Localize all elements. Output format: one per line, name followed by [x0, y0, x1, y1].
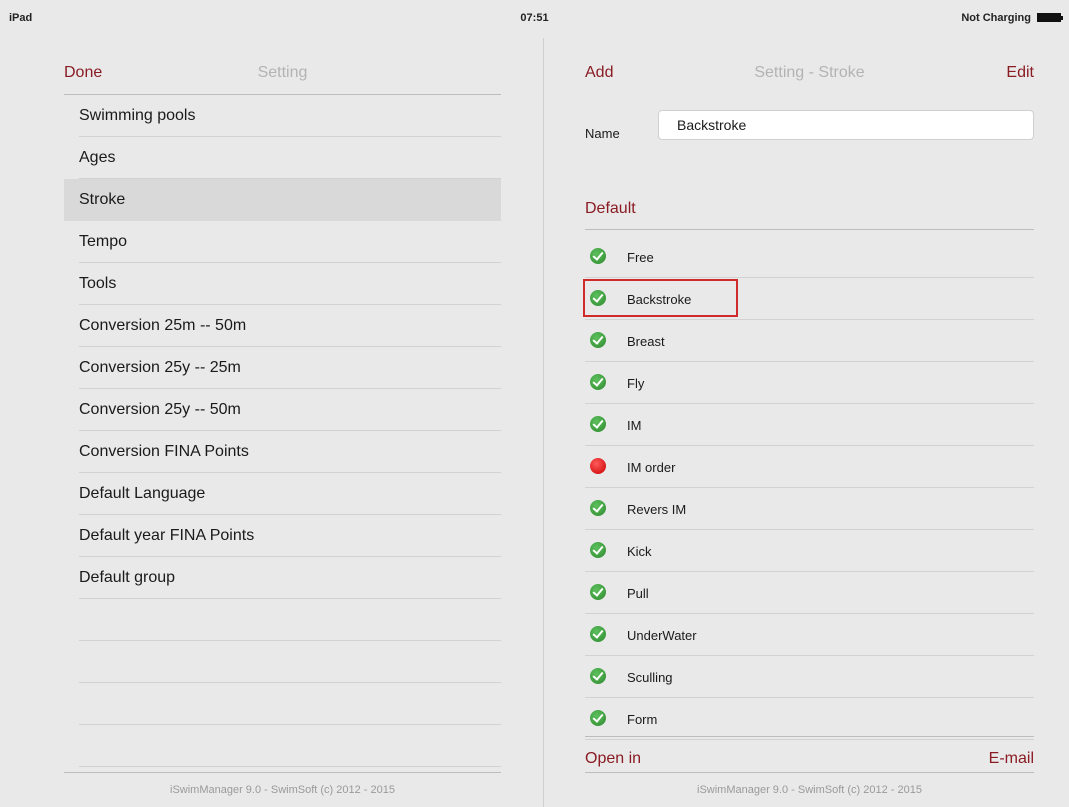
menu-item-label: Conversion 25y -- 50m [79, 401, 241, 418]
settings-menu-item[interactable]: Tempo [64, 221, 501, 263]
check-circle-icon [590, 542, 606, 558]
open-in-button[interactable]: Open in [585, 750, 641, 768]
section-default-header: Default [585, 200, 636, 217]
settings-menu-item[interactable]: Default year FINA Points [64, 515, 501, 557]
stroke-row[interactable]: IM order [585, 446, 1034, 488]
check-circle-icon [590, 248, 606, 264]
check-circle-icon [590, 374, 606, 390]
stroke-label: IM order [627, 460, 676, 475]
check-circle-icon [590, 500, 606, 516]
stroke-row[interactable]: Breast [585, 320, 1034, 362]
settings-menu-item[interactable]: Default Language [64, 473, 501, 515]
settings-menu-item[interactable]: Tools [64, 263, 501, 305]
split-divider [543, 38, 544, 807]
battery-icon [1037, 13, 1063, 22]
menu-item-label: Swimming pools [79, 107, 196, 124]
left-navbar: Done Setting [64, 38, 501, 95]
menu-item-label: Tools [79, 275, 117, 292]
clock: 07:51 [520, 12, 549, 24]
name-label: Name [585, 126, 620, 141]
menu-item-label: Conversion 25m -- 50m [79, 317, 247, 334]
stroke-row[interactable]: Sculling [585, 656, 1034, 698]
settings-menu-item[interactable]: Ages [64, 137, 501, 179]
check-circle-icon [590, 584, 606, 600]
menu-item-label: Ages [79, 149, 116, 166]
menu-item-label: Conversion FINA Points [79, 443, 249, 460]
settings-list: Swimming pools Ages Stroke Tempo Tools Conver… [64, 95, 501, 767]
settings-menu-item[interactable]: Swimming pools [64, 95, 501, 137]
stroke-row[interactable]: IM [585, 404, 1034, 446]
footer-divider [64, 772, 501, 773]
settings-menu-item[interactable]: Stroke [64, 179, 501, 221]
settings-menu-item[interactable]: Conversion FINA Points [64, 431, 501, 473]
settings-menu-item [64, 641, 501, 683]
settings-menu-item [64, 683, 501, 725]
status-bar: iPad 07:51 Not Charging [0, 0, 1069, 30]
settings-menu-pane: Done Setting Swimming pools Ages Stroke Tem… [64, 38, 501, 807]
settings-menu-item[interactable]: Conversion 25y -- 25m [64, 347, 501, 389]
stroke-row[interactable]: UnderWater [585, 614, 1034, 656]
left-title: Setting [257, 64, 308, 81]
section-divider [585, 229, 1034, 230]
settings-menu-item [64, 599, 501, 641]
stroke-label: Pull [627, 586, 649, 601]
stroke-label: Fly [627, 376, 645, 391]
stroke-label: Free [627, 250, 654, 265]
menu-item-label: Tempo [79, 233, 128, 250]
charging-status: Not Charging [961, 12, 1031, 24]
check-circle-icon [590, 416, 606, 432]
red-dot-icon [590, 458, 606, 474]
stroke-label: Kick [627, 544, 652, 559]
right-navbar: Add Setting - Stroke Edit [585, 38, 1034, 94]
stroke-row[interactable]: Fly [585, 362, 1034, 404]
name-row: Name [585, 94, 1034, 156]
edit-button[interactable]: Edit [1006, 64, 1034, 82]
menu-item-label: Stroke [79, 191, 126, 208]
footer-divider [585, 772, 1034, 773]
left-footer: iSwimManager 9.0 - SwimSoft (c) 2012 - 2… [170, 784, 395, 796]
stroke-label: IM [627, 418, 642, 433]
settings-menu-item[interactable]: Conversion 25y -- 50m [64, 389, 501, 431]
menu-item-label: Default Language [79, 485, 206, 502]
stroke-row[interactable]: Kick [585, 530, 1034, 572]
stroke-row[interactable]: Pull [585, 572, 1034, 614]
menu-item-label: Conversion 25y -- 25m [79, 359, 241, 376]
stroke-row[interactable]: Free [585, 236, 1034, 278]
stroke-detail-pane: Add Setting - Stroke Edit Name Default F… [583, 38, 1034, 807]
settings-menu-item [64, 725, 501, 767]
check-circle-icon [590, 668, 606, 684]
right-footer: iSwimManager 9.0 - SwimSoft (c) 2012 - 2… [697, 784, 922, 796]
stroke-label: Form [627, 712, 658, 727]
bottom-divider [585, 736, 1034, 737]
menu-item-label: Default group [79, 569, 176, 586]
right-title: Setting - Stroke [754, 64, 865, 81]
settings-menu-item[interactable]: Conversion 25m -- 50m [64, 305, 501, 347]
stroke-label: Sculling [627, 670, 673, 685]
check-circle-icon [590, 626, 606, 642]
stroke-label: UnderWater [627, 628, 697, 643]
name-input[interactable] [658, 110, 1034, 140]
check-circle-icon [590, 332, 606, 348]
selection-highlight-box [583, 279, 738, 317]
email-button[interactable]: E-mail [989, 750, 1034, 768]
stroke-label: Revers IM [627, 502, 687, 517]
stroke-label: Breast [627, 334, 665, 349]
stroke-row[interactable]: Revers IM [585, 488, 1034, 530]
settings-menu-item[interactable]: Default group [64, 557, 501, 599]
stroke-row[interactable]: Form [585, 698, 1034, 740]
menu-item-label: Default year FINA Points [79, 527, 255, 544]
check-circle-icon [590, 710, 606, 726]
